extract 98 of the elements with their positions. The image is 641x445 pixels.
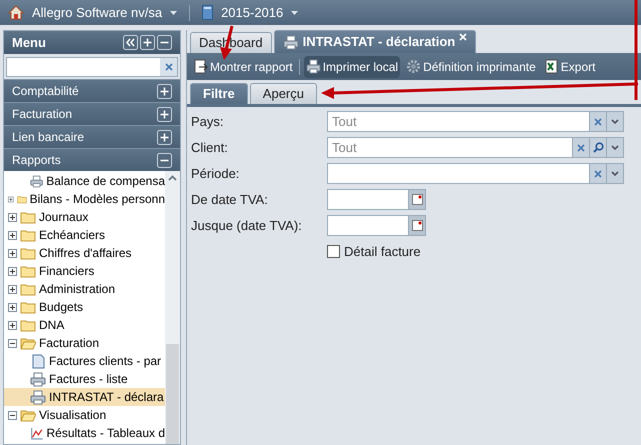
plus-icon[interactable] xyxy=(140,35,155,50)
toolbar-button[interactable]: Définition imprimante xyxy=(404,56,538,78)
chart-icon xyxy=(30,426,44,440)
field-label: Pays: xyxy=(191,112,225,131)
menu-section[interactable]: Rapports xyxy=(4,148,180,171)
folder-icon xyxy=(20,264,36,278)
document-icon xyxy=(30,354,46,368)
calendar-icon[interactable] xyxy=(408,190,425,209)
tree-item[interactable]: Administration xyxy=(4,280,165,298)
report-icon xyxy=(193,59,208,74)
tree-item[interactable]: DNA xyxy=(4,316,165,334)
combo-field[interactable] xyxy=(327,163,624,184)
printer-icon xyxy=(30,174,44,188)
tree-item[interactable]: Factures - liste xyxy=(4,370,165,388)
clear-icon xyxy=(577,144,585,152)
dropdown-button[interactable] xyxy=(606,138,623,157)
calendar-icon[interactable] xyxy=(408,216,425,235)
combo-field[interactable]: Tout xyxy=(327,111,624,132)
clear-button[interactable] xyxy=(160,58,177,76)
tree-item[interactable]: INTRASTAT - déclara xyxy=(4,388,165,406)
expand-icon[interactable] xyxy=(8,302,17,312)
tree-item[interactable]: Financiers xyxy=(4,262,165,280)
folder-icon xyxy=(20,210,36,224)
printer-icon xyxy=(30,390,46,404)
gear-icon xyxy=(406,59,422,74)
company-menu[interactable]: Allegro Software nv/sa xyxy=(32,2,162,22)
toolbar-button[interactable]: Montrer rapport xyxy=(191,56,295,78)
search-icon xyxy=(592,142,604,153)
expand-icon[interactable] xyxy=(8,284,17,294)
menu-title: Menu xyxy=(12,34,46,52)
scrollbar[interactable] xyxy=(165,171,180,444)
field-label: Jusque (date TVA): xyxy=(191,216,303,235)
folder-icon xyxy=(20,318,36,332)
folder-icon xyxy=(20,300,36,314)
expand-icon[interactable] xyxy=(8,320,17,330)
date-field[interactable] xyxy=(327,189,426,210)
field-label: Client: xyxy=(191,138,229,157)
expand-icon[interactable] xyxy=(8,212,17,222)
collapse-icon[interactable] xyxy=(8,338,17,348)
menu-search-field[interactable] xyxy=(6,56,178,76)
tree-item[interactable]: Factures clients - par xyxy=(4,352,165,370)
collapse-icon[interactable] xyxy=(8,410,17,420)
scroll-up-icon[interactable] xyxy=(168,175,177,181)
folder-icon xyxy=(20,228,36,242)
book-icon xyxy=(202,5,214,20)
expand-icon[interactable] xyxy=(8,194,14,204)
tab[interactable]: Filtre xyxy=(190,83,248,104)
clear-icon xyxy=(594,118,602,126)
checkbox[interactable] xyxy=(327,245,340,258)
tab[interactable]: Aperçu xyxy=(250,83,317,104)
dropdown-button[interactable] xyxy=(606,112,623,131)
tree-item[interactable]: Journaux xyxy=(4,208,165,226)
clear-icon xyxy=(164,62,172,70)
clear-icon xyxy=(594,170,602,178)
tree-item[interactable]: Bilans - Modèles personn xyxy=(4,190,165,208)
clear-button[interactable] xyxy=(589,164,606,183)
caret-icon[interactable] xyxy=(291,10,298,14)
expand-icon[interactable] xyxy=(8,248,17,258)
menu-section[interactable]: Facturation xyxy=(4,102,180,125)
menu-section[interactable]: Lien bancaire xyxy=(4,125,180,148)
toolbar-button[interactable]: Export xyxy=(542,56,598,78)
chevron-down-icon xyxy=(611,119,619,124)
open-folder-icon xyxy=(20,408,36,422)
minus-icon[interactable] xyxy=(157,35,172,50)
chevron-down-icon xyxy=(611,171,619,176)
tree-item[interactable]: Résultats - Tableaux d xyxy=(4,424,165,442)
combo-field[interactable]: Tout xyxy=(327,137,624,158)
tab[interactable]: INTRASTAT - déclaration xyxy=(274,30,476,53)
checkbox-label: Détail facture xyxy=(344,242,421,261)
folder-icon xyxy=(20,246,36,260)
clear-button[interactable] xyxy=(572,138,589,157)
tree-item[interactable]: Visualisation xyxy=(4,406,165,424)
tree-item[interactable]: Chiffres d'affaires xyxy=(4,244,165,262)
tree-item[interactable]: Balance de compensa xyxy=(4,172,165,190)
chevron-down-icon xyxy=(611,145,619,150)
printer-icon xyxy=(306,59,321,74)
expand-icon[interactable] xyxy=(8,230,17,240)
field-label: Période: xyxy=(191,164,240,183)
fiscal-year-menu[interactable]: 2015-2016 xyxy=(221,2,284,22)
menu-section[interactable]: Comptabilité xyxy=(4,79,180,102)
expand-icon[interactable] xyxy=(8,266,17,276)
printer-icon xyxy=(30,372,46,386)
caret-icon[interactable] xyxy=(170,10,178,14)
printer-icon xyxy=(282,34,299,50)
open-folder-icon xyxy=(20,336,36,350)
house-icon xyxy=(8,5,24,20)
spreadsheet-icon xyxy=(544,59,559,74)
clear-button[interactable] xyxy=(589,112,606,131)
close-icon[interactable] xyxy=(459,33,468,41)
search-button[interactable] xyxy=(589,138,606,157)
tree-item[interactable]: Facturation xyxy=(4,334,165,352)
toolbar-button[interactable]: Imprimer local xyxy=(304,56,400,78)
tree-item[interactable]: Echéanciers xyxy=(4,226,165,244)
tree-item[interactable]: Budgets xyxy=(4,298,165,316)
date-field[interactable] xyxy=(327,215,426,236)
field-label: De date TVA: xyxy=(191,190,269,209)
folder-icon xyxy=(20,282,36,296)
dropdown-button[interactable] xyxy=(606,164,623,183)
